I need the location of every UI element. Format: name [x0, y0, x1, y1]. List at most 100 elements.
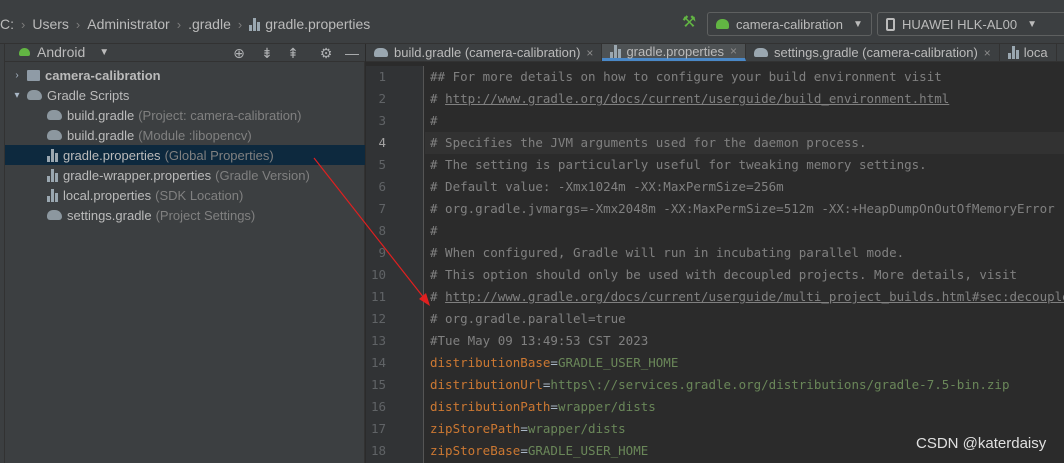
code-line: distributionUrl=https\://services.gradle… [430, 374, 1010, 396]
tree-item-hint: (Gradle Version) [215, 167, 310, 183]
device-icon [886, 17, 895, 31]
tree-item[interactable]: settings.gradle (Project Settings) [5, 205, 365, 225]
tree-item-hint: (Project Settings) [155, 207, 256, 223]
breadcrumb-file-label: gradle.properties [265, 16, 371, 32]
editor-tab[interactable]: gradle.properties × [602, 44, 747, 61]
line-number: 7 [378, 201, 386, 216]
breadcrumb: C: › Users › Administrator › .gradle › g… [0, 14, 370, 34]
code-line: #Tue May 09 13:49:53 CST 2023 [430, 330, 648, 352]
editor-tab-label: gradle.properties [626, 44, 724, 59]
code-line: # When configured, Gradle will run in in… [430, 242, 904, 264]
gradle-icon [754, 48, 769, 57]
crosshair-icon[interactable]: ⊕ [231, 44, 247, 62]
line-number: 13 [370, 333, 386, 348]
gear-icon[interactable]: ⚙ [318, 44, 334, 62]
property-equals: = [520, 421, 528, 436]
line-number: 5 [378, 157, 386, 172]
property-equals: = [550, 399, 558, 414]
line-number-gutter: 1 2 3 4 5 6 7 8 9 10 11 12 13 14 15 16 17 18 [366, 66, 424, 463]
hide-icon[interactable]: — [344, 44, 360, 62]
code-line: # http://www.gradle.org/docs/current/use… [430, 88, 949, 110]
project-tree: › camera-calibration ▾ Gradle Scripts build.… [5, 62, 365, 463]
tree-item-label: build.gradle [67, 127, 135, 143]
tree-item[interactable]: ▾ Gradle Scripts [5, 85, 365, 105]
expand-all-icon[interactable]: ⇟ [259, 44, 275, 62]
chevron-down-icon: ▼ [99, 46, 110, 58]
run-configuration-select[interactable]: camera-calibration ▼ [707, 12, 872, 36]
gradle-icon [47, 130, 62, 140]
folder-icon [27, 69, 40, 81]
tree-item[interactable]: gradle-wrapper.properties (Gradle Version… [5, 165, 365, 185]
editor-tab[interactable]: settings.gradle (camera-calibration) × [746, 44, 1000, 61]
gradle-icon [27, 90, 42, 100]
hammer-icon[interactable]: ⚒ [680, 14, 698, 32]
tree-item[interactable]: › camera-calibration [5, 65, 365, 85]
tree-item-hint: (Project: camera-calibration) [138, 107, 302, 123]
editor-tab-label: build.gradle (camera-calibration) [394, 45, 581, 60]
close-icon[interactable]: × [730, 44, 737, 58]
line-number: 3 [378, 113, 386, 128]
editor-tab[interactable]: loca [1000, 44, 1057, 61]
breadcrumb-users[interactable]: Users [32, 16, 69, 32]
line-number: 9 [378, 245, 386, 260]
comment-link[interactable]: http://www.gradle.org/docs/current/userg… [445, 91, 949, 106]
property-value: https\://services.gradle.org/distributio… [550, 377, 1010, 392]
chevron-right-icon[interactable]: › [11, 70, 23, 81]
tree-item-label: local.properties [63, 187, 152, 203]
editor-tab-label: settings.gradle (camera-calibration) [774, 45, 978, 60]
property-key: distributionPath [430, 399, 551, 414]
tree-item[interactable]: local.properties (SDK Location) [5, 185, 365, 205]
comment-text: # [430, 223, 438, 238]
code-line: # [430, 110, 438, 132]
breadcrumb-gradle[interactable]: .gradle [188, 16, 231, 32]
code-line: # The setting is particularly useful for… [430, 154, 927, 176]
properties-icon [610, 44, 622, 58]
gradle-icon [374, 48, 388, 57]
collapse-all-icon[interactable]: ⇞ [285, 44, 301, 62]
editor-tab-label: loca [1023, 45, 1048, 60]
tree-item-label: Gradle Scripts [47, 87, 130, 103]
line-number: 4 [378, 135, 386, 150]
tree-item-hint: (SDK Location) [155, 187, 244, 203]
editor-tab[interactable]: build.gradle (camera-calibration) × [366, 44, 603, 61]
comment-prefix: # [430, 91, 446, 106]
breadcrumb-administrator[interactable]: Administrator [87, 16, 169, 32]
android-icon [19, 48, 30, 56]
comment-text: # org.gradle.parallel=true [430, 311, 626, 326]
line-number: 6 [378, 179, 386, 194]
properties-icon [47, 168, 59, 182]
code-editor[interactable]: ## For more details on how to configure … [425, 66, 1064, 463]
project-view-select[interactable]: Android ▼ [19, 44, 109, 60]
tree-item-label: gradle-wrapper.properties [63, 167, 212, 183]
close-icon[interactable]: × [586, 46, 593, 60]
watermark: CSDN @katerdaisy [916, 435, 1047, 452]
breadcrumb-file[interactable]: gradle.properties [249, 16, 370, 32]
comment-text: # The setting is particularly useful for… [430, 157, 927, 172]
comment-text: # org.gradle.jvmargs=-Xmx2048m -XX:MaxPe… [430, 201, 1055, 216]
properties-icon [1007, 46, 1020, 59]
code-line: # http://www.gradle.org/docs/current/use… [430, 286, 1064, 308]
comment-link[interactable]: http://www.gradle.org/docs/current/userg… [445, 289, 1064, 304]
gradle-icon [47, 210, 62, 220]
line-number: 10 [370, 267, 386, 282]
chevron-down-icon[interactable]: ▾ [11, 90, 23, 101]
comment-prefix: # [430, 289, 446, 304]
code-line: zipStoreBase=GRADLE_USER_HOME [430, 440, 648, 462]
close-icon[interactable]: × [984, 46, 991, 60]
code-line: distributionBase=GRADLE_USER_HOME [430, 352, 678, 374]
property-value: wrapper/dists [557, 399, 656, 414]
device-select[interactable]: HUAWEI HLK-AL00 ▼ [877, 12, 1064, 36]
tree-item-hint: (Global Properties) [164, 147, 274, 163]
breadcrumb-drive[interactable]: C: [0, 16, 14, 32]
code-line: # org.gradle.jvmargs=-Xmx2048m -XX:MaxPe… [430, 198, 1055, 220]
chevron-down-icon: ▼ [852, 18, 863, 30]
gradle-icon [47, 110, 62, 120]
chevron-right-icon: › [75, 16, 81, 32]
tree-item[interactable]: build.gradle (Module :libopencv) [5, 125, 365, 145]
code-line: # [430, 220, 438, 242]
property-equals: = [520, 443, 528, 458]
tree-item[interactable]: build.gradle (Project: camera-calibration… [5, 105, 365, 125]
navigation-bar: C: › Users › Administrator › .gradle › g… [0, 0, 1064, 44]
tree-item[interactable]: gradle.properties (Global Properties) [5, 145, 365, 165]
code-line: zipStorePath=wrapper/dists [430, 418, 626, 440]
